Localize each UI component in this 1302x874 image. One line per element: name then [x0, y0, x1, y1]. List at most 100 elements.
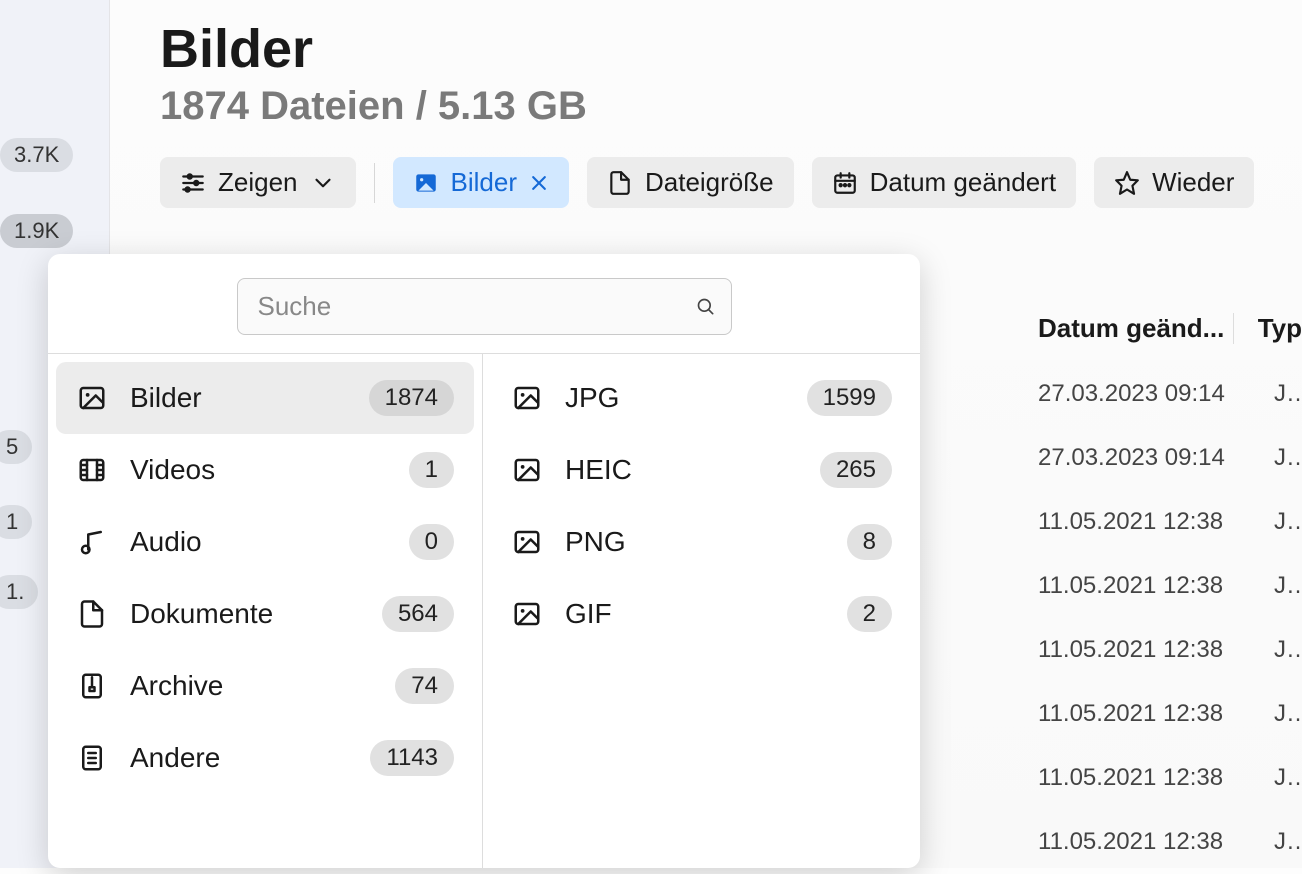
sidebar-badge[interactable]: 5 [0, 430, 32, 464]
subtype-item-gif[interactable]: GIF 2 [491, 578, 912, 650]
table-row[interactable]: 11.05.2021 12:38JPEG Im... [1030, 554, 1302, 618]
category-list: Bilder 1874 Videos 1 Audio 0 Dokumente 564 Archi… [48, 354, 483, 868]
dropdown-split: Bilder 1874 Videos 1 Audio 0 Dokumente 564 Archi… [48, 353, 920, 868]
category-item-audio[interactable]: Audio 0 [56, 506, 474, 578]
file-table: Datum geänd... Typ 27.03.2023 09:14JPEG … [1030, 295, 1302, 874]
search-box [237, 278, 732, 335]
category-count: 564 [382, 596, 454, 632]
calendar-icon [832, 170, 858, 196]
image-icon [511, 382, 543, 414]
subtype-count: 1599 [807, 380, 892, 416]
category-label: Audio [130, 526, 387, 558]
filesize-button[interactable]: Dateigröße [587, 157, 794, 208]
subtype-label: PNG [565, 526, 825, 558]
category-count: 1 [409, 452, 454, 488]
search-input[interactable] [237, 278, 732, 335]
image-icon [511, 598, 543, 630]
table-row[interactable]: 11.05.2021 12:38JPEG Im... [1030, 490, 1302, 554]
table-row[interactable]: 11.05.2021 12:38JPEG Im... [1030, 682, 1302, 746]
subtype-count: 2 [847, 596, 892, 632]
category-label: Andere [130, 742, 348, 774]
search-icon [696, 297, 716, 317]
toolbar-divider [374, 163, 375, 203]
subtype-item-heic[interactable]: HEIC 265 [491, 434, 912, 506]
category-label: Videos [130, 454, 387, 486]
subtype-list: JPG 1599 HEIC 265 PNG 8 GIF 2 [483, 354, 920, 868]
subtype-label: HEIC [565, 454, 798, 486]
table-row[interactable]: 11.05.2021 12:38JPEG Im [1030, 810, 1302, 874]
page-title: Bilder [160, 18, 1302, 80]
show-dropdown-button[interactable]: Zeigen [160, 157, 356, 208]
cell-date: 11.05.2021 12:38 [1030, 764, 1250, 792]
sidebar-badge[interactable]: 1.9K [0, 214, 73, 248]
show-label: Zeigen [218, 167, 298, 198]
image-icon [76, 382, 108, 414]
toolbar: Zeigen Bilder Dateigröße Datum geändert … [160, 157, 1302, 208]
filter-images-chip[interactable]: Bilder [393, 157, 569, 208]
table-header: Datum geänd... Typ [1030, 295, 1302, 362]
category-item-dokumente[interactable]: Dokumente 564 [56, 578, 474, 650]
cell-type: JPEG Im... [1250, 700, 1302, 728]
column-header-date[interactable]: Datum geänd... [1030, 313, 1233, 344]
sidebar-badge[interactable]: 3.7K [0, 138, 73, 172]
image-icon [511, 526, 543, 558]
datemod-button[interactable]: Datum geändert [812, 157, 1076, 208]
search-wrap [48, 254, 920, 353]
star-icon [1114, 170, 1140, 196]
sidebar-badge[interactable]: 1. [0, 575, 38, 609]
cell-date: 11.05.2021 12:38 [1030, 636, 1250, 664]
image-icon [413, 170, 439, 196]
document-icon [76, 598, 108, 630]
cell-type: JPEG Im... [1250, 572, 1302, 600]
table-row[interactable]: 11.05.2021 12:38JPEG Im... [1030, 746, 1302, 810]
video-icon [76, 454, 108, 486]
image-icon [511, 454, 543, 486]
category-count: 74 [395, 668, 454, 704]
cell-date: 27.03.2023 09:14 [1030, 380, 1250, 408]
category-item-bilder[interactable]: Bilder 1874 [56, 362, 474, 434]
chevron-down-icon [310, 170, 336, 196]
table-row[interactable]: 11.05.2021 12:38JPEG Im... [1030, 618, 1302, 682]
cell-type: JPEG Im... [1250, 508, 1302, 536]
category-count: 1143 [370, 740, 454, 776]
category-label: Archive [130, 670, 373, 702]
category-count: 1874 [369, 380, 454, 416]
close-icon[interactable] [529, 173, 549, 193]
subtype-count: 265 [820, 452, 892, 488]
cell-date: 11.05.2021 12:38 [1030, 572, 1250, 600]
category-count: 0 [409, 524, 454, 560]
restore-button[interactable]: Wieder [1094, 157, 1254, 208]
column-header-type[interactable]: Typ [1233, 313, 1302, 344]
subtype-label: JPG [565, 382, 785, 414]
subtype-label: GIF [565, 598, 825, 630]
file-icon [607, 170, 633, 196]
category-item-videos[interactable]: Videos 1 [56, 434, 474, 506]
filter-images-label: Bilder [451, 167, 517, 198]
archive-icon [76, 670, 108, 702]
subtype-item-jpg[interactable]: JPG 1599 [491, 362, 912, 434]
table-row[interactable]: 27.03.2023 09:14JPEG Im... [1030, 426, 1302, 490]
category-item-andere[interactable]: Andere 1143 [56, 722, 474, 794]
other-icon [76, 742, 108, 774]
filter-dropdown-panel: Bilder 1874 Videos 1 Audio 0 Dokumente 564 Archi… [48, 254, 920, 868]
filter-icon [180, 170, 206, 196]
cell-type: JPEG Im... [1250, 764, 1302, 792]
restore-label: Wieder [1152, 167, 1234, 198]
cell-type: JPEG Im... [1250, 636, 1302, 664]
filesize-label: Dateigröße [645, 167, 774, 198]
cell-date: 27.03.2023 09:14 [1030, 444, 1250, 472]
cell-date: 11.05.2021 12:38 [1030, 700, 1250, 728]
subtype-count: 8 [847, 524, 892, 560]
category-item-archive[interactable]: Archive 74 [56, 650, 474, 722]
cell-type: JPEG Im... [1250, 444, 1302, 472]
page-subtitle: 1874 Dateien / 5.13 GB [160, 84, 1302, 129]
category-label: Dokumente [130, 598, 360, 630]
subtype-item-png[interactable]: PNG 8 [491, 506, 912, 578]
cell-date: 11.05.2021 12:38 [1030, 508, 1250, 536]
cell-type: JPEG Im [1250, 828, 1302, 856]
sidebar-badge[interactable]: 1 [0, 505, 32, 539]
cell-type: JPEG Im... [1250, 380, 1302, 408]
table-row[interactable]: 27.03.2023 09:14JPEG Im... [1030, 362, 1302, 426]
category-label: Bilder [130, 382, 347, 414]
cell-date: 11.05.2021 12:38 [1030, 828, 1250, 856]
